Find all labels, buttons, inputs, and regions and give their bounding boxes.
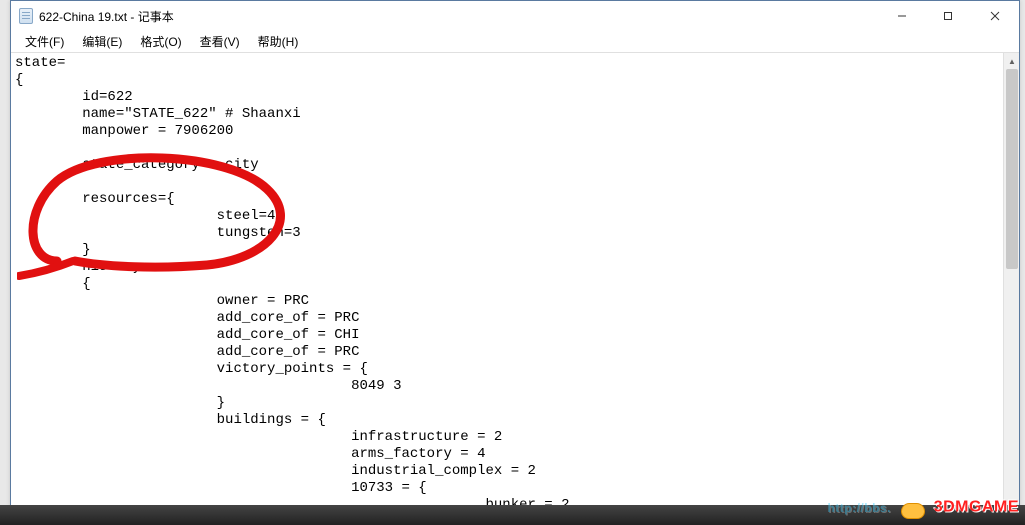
watermark-brand: 3DMGAME bbox=[934, 499, 1019, 516]
menu-view[interactable]: 查看(V) bbox=[192, 31, 248, 52]
close-button[interactable] bbox=[971, 1, 1019, 31]
window-controls bbox=[879, 1, 1019, 31]
document-icon bbox=[19, 8, 33, 24]
menu-format[interactable]: 格式(O) bbox=[132, 31, 189, 52]
watermark-url: http://bbs. bbox=[827, 501, 890, 515]
mascot-icon bbox=[899, 497, 929, 519]
scroll-up-button[interactable]: ▲ bbox=[1004, 53, 1019, 69]
window-title: 622-China 19.txt - 记事本 bbox=[39, 8, 174, 25]
titlebar[interactable]: 622-China 19.txt - 记事本 bbox=[11, 1, 1019, 31]
menu-edit[interactable]: 编辑(E) bbox=[74, 31, 130, 52]
maximize-button[interactable] bbox=[925, 1, 971, 31]
menu-file[interactable]: 文件(F) bbox=[17, 31, 72, 52]
editor-area: state= { id=622 name="STATE_622" # Shaan… bbox=[11, 53, 1019, 519]
text-editor[interactable]: state= { id=622 name="STATE_622" # Shaan… bbox=[11, 53, 1003, 519]
scroll-thumb[interactable] bbox=[1006, 69, 1018, 269]
notepad-window: 622-China 19.txt - 记事本 文件(F) 编辑(E) 格式(O)… bbox=[10, 0, 1020, 520]
title-left: 622-China 19.txt - 记事本 bbox=[19, 8, 174, 25]
vertical-scrollbar[interactable]: ▲ ▼ bbox=[1003, 53, 1019, 519]
minimize-button[interactable] bbox=[879, 1, 925, 31]
watermark: http://bbs. 3DMGAME bbox=[827, 497, 1019, 519]
menubar: 文件(F) 编辑(E) 格式(O) 查看(V) 帮助(H) bbox=[11, 31, 1019, 53]
menu-help[interactable]: 帮助(H) bbox=[250, 31, 307, 52]
